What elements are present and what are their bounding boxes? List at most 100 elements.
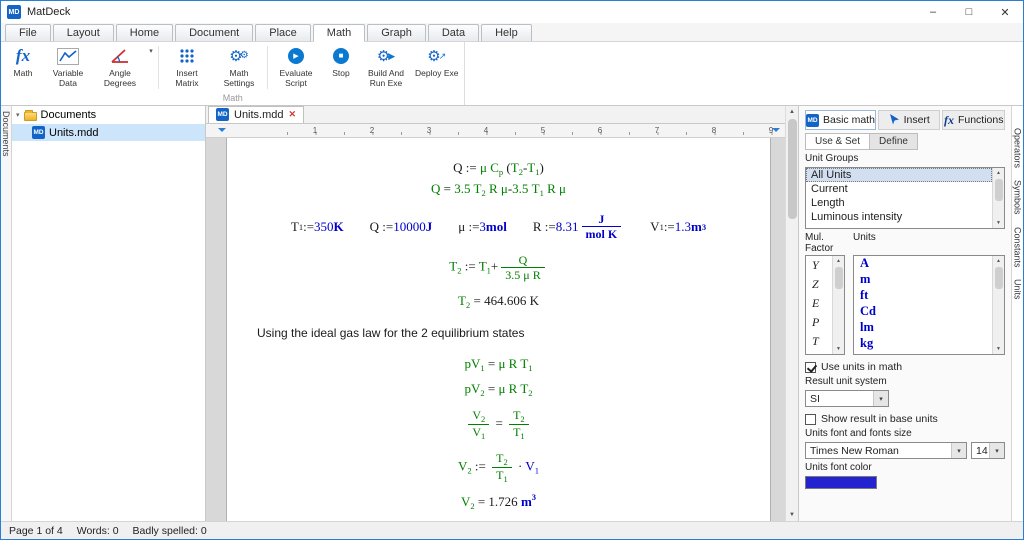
ribbon-button-evaluate-script[interactable]: ▶ Evaluate Script <box>270 42 322 93</box>
ribbon-tab-file[interactable]: File <box>5 24 51 41</box>
font-size-select[interactable]: 14 ▾ <box>971 442 1005 459</box>
units-font-select[interactable]: Times New Roman ▾ <box>805 442 967 459</box>
chevron-down-icon[interactable]: ▾ <box>989 443 1004 458</box>
documents-panel: ▾ Documents MD Units.mdd <box>12 106 206 521</box>
scroll-up-icon[interactable]: ▲ <box>993 256 1004 266</box>
fraction: Jmol K <box>581 212 622 241</box>
fraction-numerator: Q <box>501 253 545 269</box>
unit-ft[interactable]: ft <box>854 288 992 304</box>
mul-factor-y[interactable]: Y <box>806 256 832 275</box>
list-scrollbar[interactable]: ▲ ▼ <box>992 256 1004 354</box>
panel-tab-bar: MD Basic math Insert fx Functions <box>805 110 1005 130</box>
tree-item-units-mdd[interactable]: MD Units.mdd <box>12 124 205 141</box>
result-unit-system-select[interactable]: SI ▾ <box>805 390 889 407</box>
list-items: All Units Current Length Luminous intensity <box>806 168 992 228</box>
use-units-row[interactable]: Use units in math <box>805 361 1005 373</box>
maximize-button[interactable]: □ <box>951 1 987 23</box>
base-units-row[interactable]: Show result in base units <box>805 413 1005 425</box>
fraction-denominator: 3.5 μ R <box>501 268 544 282</box>
right-side-tabs: Operators Symbols Constants Units <box>1011 106 1023 521</box>
chevron-down-icon[interactable]: ▾ <box>951 443 966 458</box>
math-run: + <box>490 258 499 274</box>
side-tab-units[interactable]: Units <box>1013 279 1023 300</box>
units-font-color-swatch[interactable] <box>805 476 877 489</box>
chevron-down-icon[interactable]: ▾ <box>873 391 888 406</box>
scroll-up-icon[interactable]: ▲ <box>833 256 844 266</box>
chevron-down-icon[interactable]: ▾ <box>146 42 156 93</box>
ribbon-tab-help[interactable]: Help <box>481 24 532 41</box>
panel-tab-insert[interactable]: Insert <box>877 110 941 130</box>
mul-factor-p[interactable]: P <box>806 313 832 332</box>
ribbon-button-math-settings[interactable]: ⚙ ⚙ Math Settings <box>213 42 265 93</box>
left-margin-marker[interactable] <box>218 128 226 136</box>
unit-group-luminous-intensity[interactable]: Luminous intensity <box>806 210 992 224</box>
math-run: T <box>290 218 299 234</box>
unit-group-all-units[interactable]: All Units <box>806 168 992 182</box>
tree-root-documents[interactable]: ▾ Documents <box>12 106 205 124</box>
scroll-down-icon[interactable]: ▼ <box>993 344 1004 354</box>
ribbon-button-stop[interactable]: ■ Stop <box>322 42 360 93</box>
ribbon-button-deploy-exe[interactable]: ⚙ ↗ Deploy Exe <box>412 42 461 93</box>
scroll-thumb[interactable] <box>834 267 843 289</box>
ribbon-button-angle-degrees[interactable]: Angle Degrees <box>94 42 146 93</box>
close-button[interactable]: ✕ <box>987 1 1023 23</box>
list-scrollbar[interactable]: ▲ ▼ <box>832 256 844 354</box>
unit-group-current[interactable]: Current <box>806 182 992 196</box>
ribbon-tab-data[interactable]: Data <box>427 24 480 41</box>
ribbon-tab-place[interactable]: Place <box>255 24 311 41</box>
unit-cd[interactable]: Cd <box>854 304 992 320</box>
scroll-down-icon[interactable]: ▼ <box>833 344 844 354</box>
expander-icon[interactable]: ▾ <box>16 111 20 119</box>
scroll-up-icon[interactable]: ▲ <box>993 168 1004 178</box>
ribbon-tab-home[interactable]: Home <box>115 24 174 41</box>
fx-icon: fx <box>943 112 954 127</box>
ribbon-button-insert-matrix[interactable]: Insert Matrix <box>161 42 213 93</box>
ribbon-button-label: Stop <box>332 68 350 78</box>
font-row: Times New Roman ▾ 14 ▾ <box>805 442 1005 459</box>
ribbon-tab-layout[interactable]: Layout <box>52 24 114 41</box>
minimize-button[interactable]: – <box>915 1 951 23</box>
documents-side-tab[interactable]: Documents <box>1 106 12 521</box>
base-units-checkbox[interactable] <box>805 413 816 425</box>
unit-groups-list[interactable]: All Units Current Length Luminous intensity… <box>805 167 1005 229</box>
ribbon-tab-math[interactable]: Math <box>312 24 366 42</box>
subtab-define[interactable]: Define <box>869 133 918 150</box>
subtab-use-set[interactable]: Use & Set <box>805 133 871 150</box>
side-tab-symbols[interactable]: Symbols <box>1013 180 1023 215</box>
insert-matrix-icon <box>178 44 196 68</box>
use-units-checkbox[interactable] <box>805 361 816 373</box>
fraction: V2 V1 <box>468 408 490 441</box>
ribbon-tab-document[interactable]: Document <box>175 24 254 41</box>
side-tab-constants[interactable]: Constants <box>1013 227 1023 268</box>
math-run: 2 <box>520 413 525 424</box>
document-page[interactable]: Q := μ Cp (T2-T1) Q = 3.5 T2 R μ-3.5 T1 R… <box>226 138 771 521</box>
ribbon-button-math[interactable]: fx Math <box>4 42 42 93</box>
mul-factor-t[interactable]: T <box>806 332 832 351</box>
scroll-thumb[interactable] <box>994 267 1003 289</box>
mul-factor-list[interactable]: Y Z E P T ▲ ▼ <box>805 255 845 355</box>
list-scrollbar[interactable]: ▲ ▼ <box>992 168 1004 228</box>
unit-lm[interactable]: lm <box>854 320 992 336</box>
panel-tab-basic-math[interactable]: MD Basic math <box>805 110 876 130</box>
units-list[interactable]: Am ft Cd lm kg ▲ ▼ <box>853 255 1005 355</box>
panel-tab-functions[interactable]: fx Functions <box>942 110 1005 130</box>
document-tab-units[interactable]: MD Units.mdd ✕ <box>208 106 305 123</box>
math-run: Using the ideal gas law for the 2 equili… <box>257 325 525 340</box>
unit-m[interactable]: m <box>854 272 992 288</box>
mul-factor-e[interactable]: E <box>806 294 832 313</box>
unit-kg[interactable]: kg <box>854 336 992 352</box>
scroll-thumb[interactable] <box>994 179 1003 201</box>
mul-factor-z[interactable]: Z <box>806 275 832 294</box>
scroll-down-icon[interactable]: ▼ <box>786 509 798 521</box>
unit-group-length[interactable]: Length <box>806 196 992 210</box>
unit-a[interactable]: A <box>854 256 992 272</box>
scroll-up-icon[interactable]: ▲ <box>786 106 798 118</box>
tab-close-icon[interactable]: ✕ <box>289 109 297 120</box>
ribbon-button-variable-data[interactable]: Variable Data <box>42 42 94 93</box>
ribbon-tab-graph[interactable]: Graph <box>367 24 426 41</box>
units-label: Units <box>853 232 876 243</box>
ribbon-button-build-and-run-exe[interactable]: ⚙ ▶ Build And Run Exe <box>360 42 412 93</box>
vertical-scrollbar[interactable]: ▲ ▼ <box>785 106 798 521</box>
side-tab-operators[interactable]: Operators <box>1013 128 1023 168</box>
scroll-down-icon[interactable]: ▼ <box>993 218 1004 228</box>
